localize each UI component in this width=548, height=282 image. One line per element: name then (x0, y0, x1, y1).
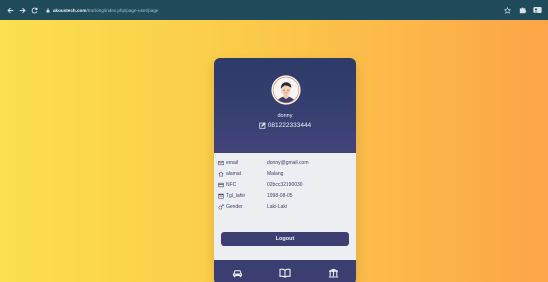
profile-phone-row: 081222333444 (214, 122, 356, 129)
profile-name: donny (277, 113, 293, 119)
info-row-nfc: NFC 02bcc32190030 (218, 181, 303, 189)
gender-icon (218, 204, 224, 210)
page-background: donny 081222333444 email donny@gmail.com (0, 20, 548, 282)
profile-phone: 081222333444 (267, 122, 312, 129)
book-icon[interactable] (279, 267, 291, 278)
profile-icon[interactable] (533, 6, 542, 15)
logout-button[interactable]: Logout (221, 232, 349, 246)
info-label-tgl-lahir: Tgl_lahir (226, 193, 246, 199)
info-label-alamat: alamat (226, 171, 242, 177)
star-icon[interactable] (503, 6, 512, 15)
info-row-gender: Gender Laki-Laki (218, 203, 287, 211)
calendar-icon (218, 193, 224, 199)
user-avatar-icon (271, 75, 301, 105)
profile-card: donny 081222333444 email donny@gmail.com (214, 58, 356, 282)
info-label-nfc: NFC (226, 182, 237, 188)
card-icon (218, 182, 224, 188)
info-value-gender: Laki-Laki (267, 204, 288, 210)
bottom-nav (214, 260, 356, 282)
info-value-email: donny@gmail.com (267, 160, 309, 166)
url-domain: akoustech.com (53, 7, 87, 13)
url-path: /tracking/index.php/page-user/page (86, 7, 159, 13)
car-icon[interactable] (231, 267, 243, 278)
info-label-email: email (226, 160, 238, 166)
lock-icon (46, 7, 50, 12)
info-value-alamat: Malang (267, 171, 284, 177)
info-value-nfc: 02bcc32190030 (267, 182, 303, 188)
bank-icon[interactable] (327, 267, 339, 278)
info-label-gender: Gender (226, 204, 243, 210)
puzzle-icon[interactable] (518, 6, 527, 15)
browser-toolbar: akoustech.com/tracking/index.php/page-us… (0, 0, 548, 20)
address-bar[interactable]: akoustech.com/tracking/index.php/page-us… (46, 8, 158, 13)
mail-icon (218, 161, 224, 166)
reload-icon[interactable] (28, 3, 40, 17)
info-row-email: email donny@gmail.com (218, 159, 308, 167)
profile-header: donny 081222333444 (214, 58, 356, 153)
edit-icon[interactable] (259, 122, 266, 129)
arrow-left-icon[interactable] (4, 3, 16, 17)
arrow-right-icon[interactable] (16, 3, 28, 17)
home-icon (218, 171, 224, 177)
info-value-tgl-lahir: 1998-08-05 (267, 193, 293, 199)
info-row-alamat: alamat Malang (218, 170, 283, 178)
info-row-tgl-lahir: Tgl_lahir 1998-08-05 (218, 192, 293, 200)
